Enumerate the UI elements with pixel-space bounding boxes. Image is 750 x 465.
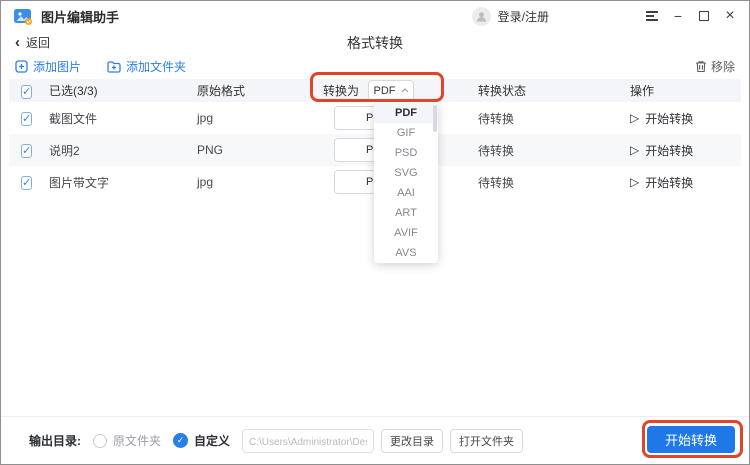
menu-icon[interactable] [645, 9, 659, 23]
convert-to-select-all[interactable]: PDF [368, 79, 415, 102]
dropdown-option-aai[interactable]: AAI [374, 183, 438, 203]
original-folder-label: 原文件夹 [113, 434, 162, 448]
status-text: 待转换 [478, 111, 515, 126]
dropdown-option-art[interactable]: ART [374, 203, 438, 223]
footer-bar: 输出目录: 原文件夹 ✓ 自定义 更改目录 打开文件夹 [1, 416, 749, 464]
play-icon: ▷ [630, 111, 640, 125]
play-icon: ▷ [630, 143, 640, 157]
custom-folder-radio[interactable]: ✓ 自定义 [173, 432, 230, 449]
row-start-convert-label: 开始转换 [645, 143, 694, 158]
login-label: 登录/注册 [497, 9, 549, 24]
source-format-header: 原始格式 [197, 84, 246, 98]
toolbar: 添加图片 添加文件夹 移除 [1, 54, 749, 79]
dropdown-option-gif[interactable]: GIF [374, 123, 438, 143]
row-checkbox[interactable]: ✓ [21, 176, 33, 190]
dropdown-option-pdf[interactable]: PDF [374, 103, 438, 123]
avatar-icon [471, 6, 491, 26]
table-header: ✓ 已选(3/3) 原始格式 转换为 PDF 转换状态 操作 [9, 79, 741, 102]
row-start-convert-label: 开始转换 [645, 111, 694, 126]
app-logo-icon [13, 6, 33, 26]
dropdown-option-avif[interactable]: AVIF [374, 223, 438, 243]
status-text: 待转换 [478, 143, 515, 158]
convert-to-value: PDF [373, 84, 396, 97]
add-folder-label: 添加文件夹 [126, 60, 187, 74]
dropdown-option-avs[interactable]: AVS [374, 243, 438, 263]
format-dropdown-menu: PDF GIF PSD SVG AAI ART AVIF AVS [374, 102, 438, 263]
dropdown-option-psd[interactable]: PSD [374, 143, 438, 163]
add-image-button[interactable]: 添加图片 [15, 58, 81, 75]
play-icon: ▷ [630, 175, 640, 189]
select-all-checkbox[interactable]: ✓ [21, 84, 33, 99]
minimize-button[interactable]: − [671, 8, 685, 24]
remove-label: 移除 [710, 60, 735, 74]
row-start-convert-button[interactable]: ▷ 开始转换 [630, 110, 741, 127]
close-button[interactable]: × [723, 7, 737, 24]
row-checkbox[interactable]: ✓ [21, 112, 33, 126]
chevron-left-icon: ‹ [15, 34, 20, 51]
source-format: jpg [197, 111, 214, 125]
output-dir-label: 输出目录: [29, 434, 81, 448]
radio-off-icon [93, 433, 107, 448]
app-window: 图片编辑助手 登录/注册 − × ‹ 返回 格式转换 添加图片 添加文件夹 移除… [0, 0, 750, 465]
row-checkbox[interactable]: ✓ [21, 144, 33, 158]
file-name: 图片带文字 [49, 175, 110, 190]
dropdown-scrollbar[interactable] [433, 105, 437, 132]
dropdown-option-svg[interactable]: SVG [374, 163, 438, 183]
start-convert-button[interactable]: 开始转换 [647, 426, 735, 453]
window-controls: − × [645, 7, 737, 24]
page-title: 格式转换 [347, 34, 403, 51]
custom-folder-label: 自定义 [194, 434, 231, 448]
row-start-convert-button[interactable]: ▷ 开始转换 [630, 142, 741, 159]
row-start-convert-label: 开始转换 [645, 175, 694, 190]
add-image-icon [15, 60, 28, 73]
app-title: 图片编辑助手 [41, 9, 120, 25]
source-format: jpg [197, 175, 214, 189]
chevron-up-icon [401, 88, 408, 93]
output-path-input[interactable] [242, 428, 375, 453]
add-folder-button[interactable]: 添加文件夹 [107, 58, 186, 75]
source-format: PNG [197, 143, 224, 157]
login-button[interactable]: 登录/注册 [471, 6, 549, 26]
title-bar: 图片编辑助手 登录/注册 − × [1, 1, 749, 31]
action-header: 操作 [630, 84, 655, 98]
add-image-label: 添加图片 [33, 60, 82, 74]
file-name: 说明2 [49, 143, 80, 158]
maximize-button[interactable] [697, 9, 711, 23]
status-text: 待转换 [478, 175, 515, 190]
original-folder-radio[interactable]: 原文件夹 [93, 432, 161, 449]
convert-to-header: 转换为 [323, 84, 360, 98]
change-dir-button[interactable]: 更改目录 [381, 428, 444, 453]
selected-count-header: 已选(3/3) [49, 84, 98, 98]
row-start-convert-button[interactable]: ▷ 开始转换 [630, 174, 741, 191]
file-name: 截图文件 [49, 111, 98, 126]
add-folder-icon [107, 61, 121, 73]
trash-icon [695, 61, 706, 73]
remove-button[interactable]: 移除 [695, 58, 735, 75]
nav-bar: ‹ 返回 格式转换 [1, 31, 749, 54]
status-header: 转换状态 [478, 84, 527, 98]
radio-checked-icon: ✓ [173, 433, 189, 448]
back-label: 返回 [26, 36, 51, 50]
back-button[interactable]: ‹ 返回 [15, 34, 50, 51]
open-folder-button[interactable]: 打开文件夹 [450, 428, 524, 453]
